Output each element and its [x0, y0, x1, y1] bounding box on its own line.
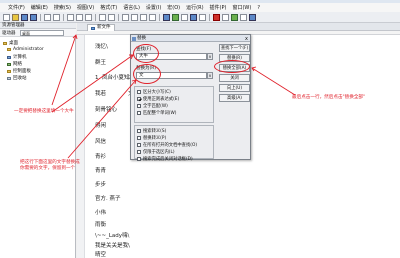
annotation-arrow-right — [251, 67, 296, 96]
annotation-arrow-left — [51, 34, 77, 106]
annotation-arrow-left-2 — [51, 54, 134, 113]
annotation-arrows — [51, 34, 296, 159]
annotation-text-right: 最后点击一行，然后点击"替换全部" — [292, 95, 366, 100]
annotation-text-middle-2: 你需要的文字，保留到一个 — [20, 166, 76, 171]
annotation-text-left: 一定要把替换这里填一个大牛 — [14, 109, 74, 114]
annotation-arrow-middle — [67, 79, 137, 159]
